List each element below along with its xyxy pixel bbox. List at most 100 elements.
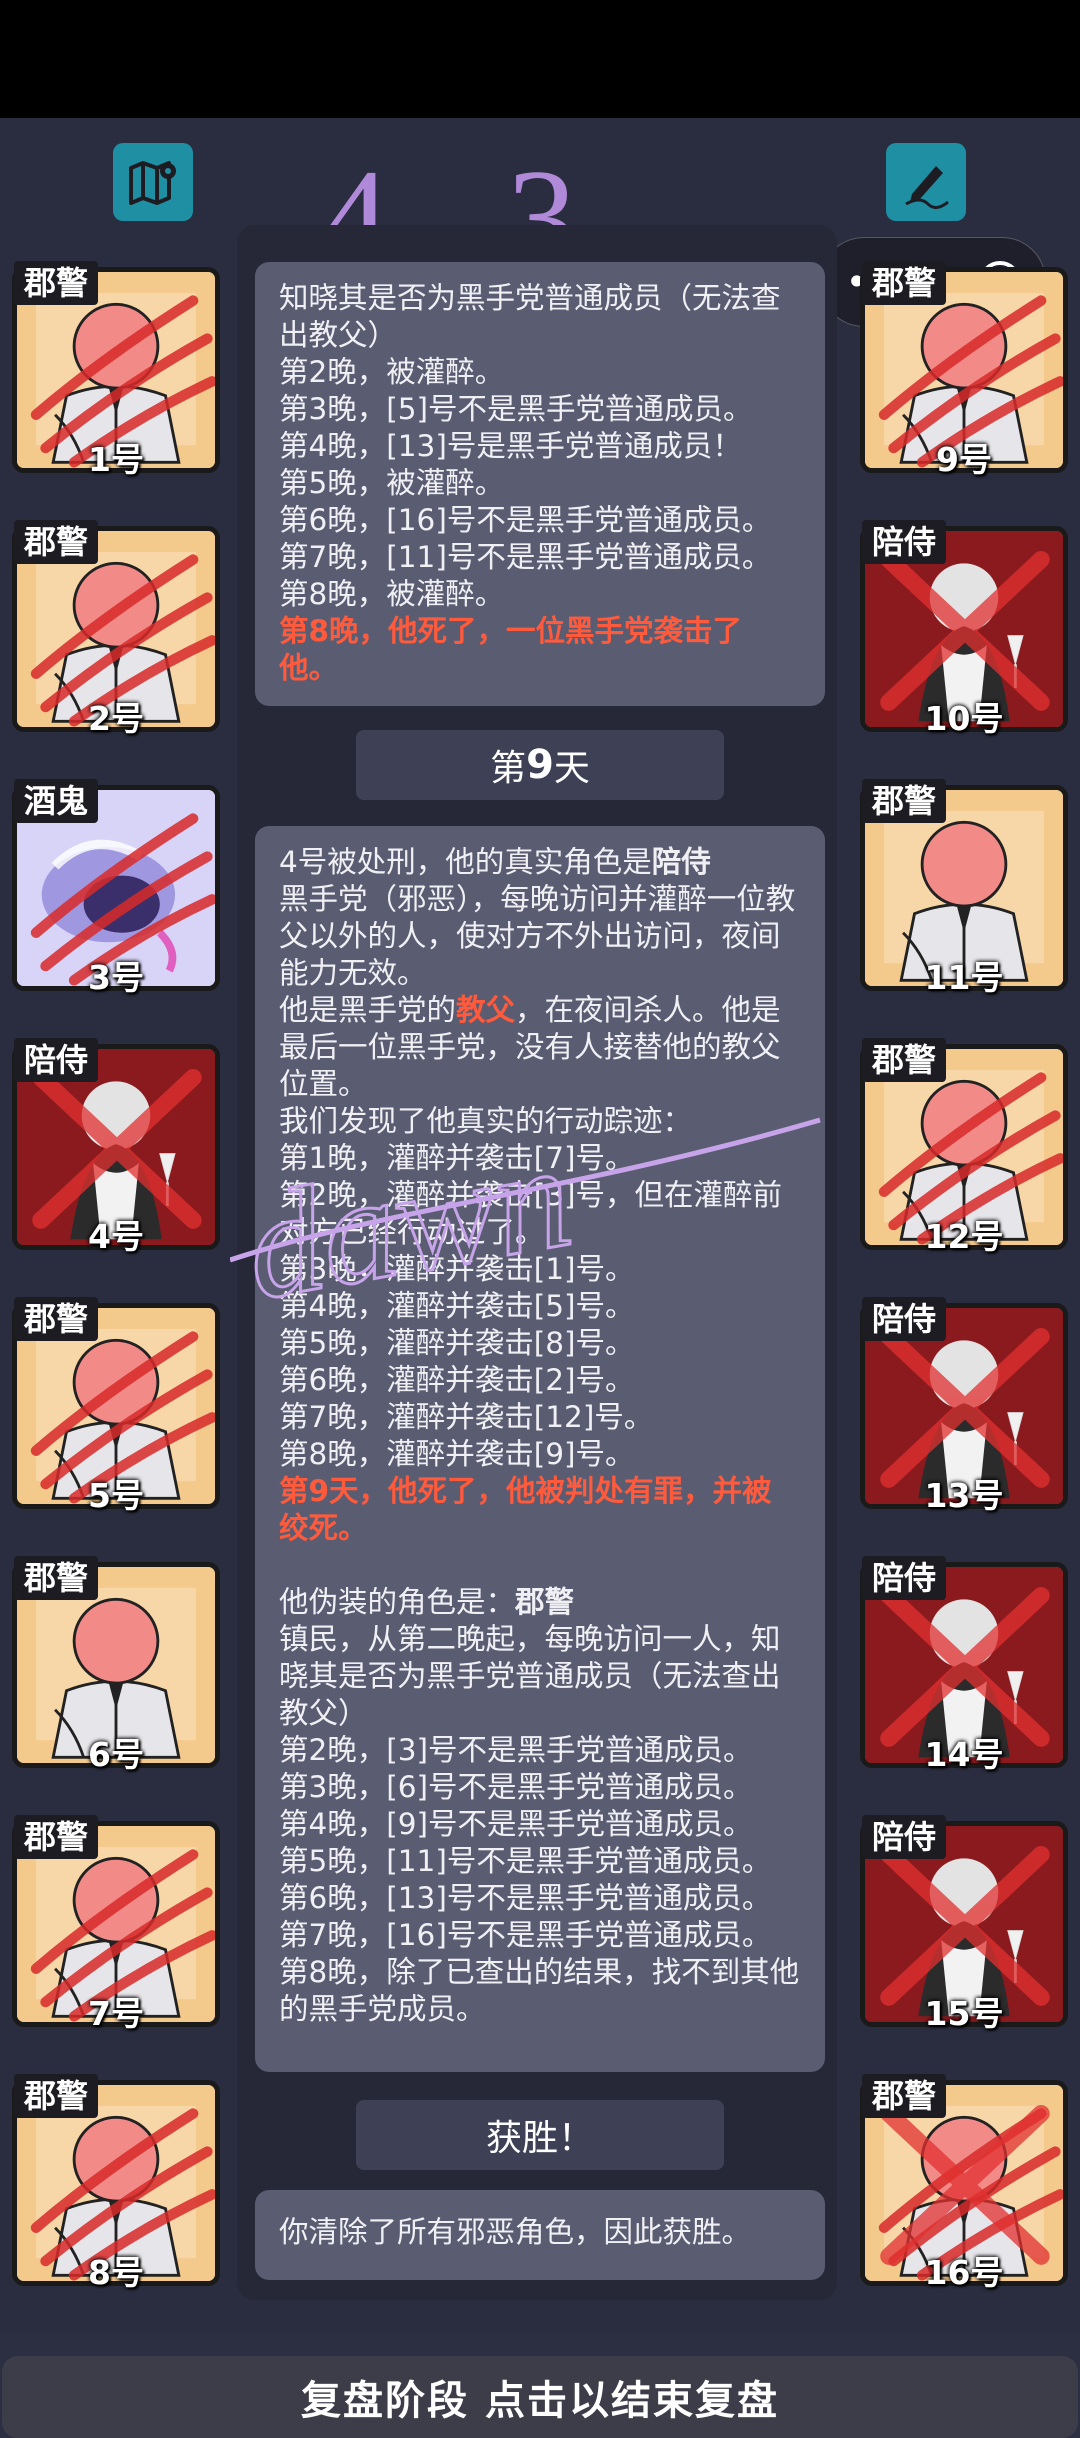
player-card[interactable]: 郡警 6号 — [12, 1556, 220, 1774]
day-prefix: 第 — [490, 748, 527, 789]
player-role-tag: 郡警 — [14, 2074, 99, 2118]
log1.lines-line: 知晓其是否为黑手党普通成员（无法查出教父） — [279, 281, 781, 352]
day-number: 9 — [526, 742, 554, 788]
log-entry-execution: 4号被处刑，他的真实角色是陪侍 黑手党（邪恶），每晚访问并灌醉一位教父以外的人，… — [255, 826, 825, 2072]
player-number: 2号 — [88, 699, 144, 738]
log2.fake_nights-line: 第6晚，[13]号不是黑手党普通成员。 — [279, 1881, 772, 1915]
player-card[interactable]: 郡警 16号 — [860, 2074, 1068, 2292]
player-number: 3号 — [88, 958, 144, 997]
victory-title: 获胜！ — [485, 2118, 594, 2159]
player-role-tag: 郡警 — [862, 2074, 947, 2118]
log1-lines: 知晓其是否为黑手党普通成员（无法查出教父） 第2晚，被灌醉。 第3晚，[5]号不是黑… — [279, 280, 801, 613]
player-number: 16号 — [924, 2253, 1004, 2292]
log1.lines-line: 第6晚，[16]号不是黑手党普通成员。 — [279, 503, 772, 537]
log2.fake_nights-line: 第7晚，[16]号不是黑手党普通成员。 — [279, 1918, 772, 1952]
fake-prefix: 他伪装的角色是： — [279, 1585, 516, 1619]
death-line: 第9天，他死了，他被判处有罪，并被绞死。 — [279, 1474, 772, 1545]
log1.lines-line: 第4晚，[13]号是黑手党普通成员！ — [279, 429, 742, 463]
death-line: 第8晚，他死了，一位黑手党袭击了他。 — [279, 614, 743, 685]
victory-text: 你清除了所有邪恶角色，因此获胜。 — [279, 2215, 752, 2249]
player-number: 8号 — [88, 2253, 144, 2292]
player-role-tag: 郡警 — [14, 261, 99, 305]
player-number: 12号 — [924, 1217, 1004, 1256]
player-number: 14号 — [924, 1735, 1004, 1774]
log1.lines-line: 第8晚，被灌醉。 — [279, 577, 505, 611]
log1.lines-line: 第5晚，被灌醉。 — [279, 466, 505, 500]
track-intro: 我们发现了他真实的行动踪迹： — [279, 1104, 693, 1138]
player-role-tag: 陪侍 — [862, 1556, 947, 1600]
log2.fake_nights-line: 第5晚，[11]号不是黑手党普通成员。 — [279, 1844, 772, 1878]
victory-header: 获胜！ — [356, 2100, 724, 2170]
log2.nights-line: 第2晚，灌醉并袭击[3]号，但在灌醉前对方已经行动过了。 — [279, 1178, 783, 1249]
status-bar — [0, 0, 1080, 118]
player-card[interactable]: 郡警 7号 — [12, 1815, 220, 2033]
player-role-tag: 郡警 — [14, 1297, 99, 1341]
player-card[interactable]: 郡警 5号 — [12, 1297, 220, 1515]
reveal-line: 4号被处刑，他的真实角色是陪侍 — [279, 844, 801, 881]
player-number: 6号 — [88, 1735, 144, 1774]
player-role-tag: 陪侍 — [14, 1038, 99, 1082]
godfather-line: 他是黑手党的教父，在夜间杀人。他是最后一位黑手党，没有人接替他的教父位置。 — [279, 992, 801, 1103]
log2.fake_nights-line: 第2晚，[3]号不是黑手党普通成员。 — [279, 1733, 753, 1767]
godfather-word: 教父 — [456, 993, 516, 1027]
edit-notes-button[interactable] — [886, 143, 966, 221]
player-card[interactable]: 郡警 11号 — [860, 779, 1068, 997]
log1.lines-line: 第2晚，被灌醉。 — [279, 355, 505, 389]
player-role-tag: 郡警 — [862, 1038, 947, 1082]
godfather-prefix: 他是黑手党的 — [279, 993, 457, 1027]
fake-role-description: 镇民，从第二晚起，每晚访问一人，知晓其是否为黑手党普通成员（无法查出教父） — [279, 1622, 781, 1730]
log2.nights-line: 第5晚，灌醉并袭击[8]号。 — [279, 1326, 635, 1360]
log2.fake_nights-line: 第8晚，除了已查出的结果，找不到其他的黑手党成员。 — [279, 1955, 800, 2026]
log2.nights-line: 第3晚，灌醉并袭击[1]号。 — [279, 1252, 635, 1286]
player-card[interactable]: 陪侍 14号 — [860, 1556, 1068, 1774]
player-number: 15号 — [924, 1994, 1004, 2033]
log2.nights-line: 第7晚，灌醉并袭击[12]号。 — [279, 1400, 654, 1434]
player-card[interactable]: 郡警 8号 — [12, 2074, 220, 2292]
day-suffix: 天 — [553, 748, 590, 789]
player-role-tag: 郡警 — [14, 520, 99, 564]
log2.nights-line: 第6晚，灌醉并袭击[2]号。 — [279, 1363, 635, 1397]
log2.fake_nights-line: 第4晚，[9]号不是黑手党普通成员。 — [279, 1807, 753, 1841]
player-role-tag: 陪侍 — [862, 1297, 947, 1341]
log2.nights-line: 第8晚，灌醉并袭击[9]号。 — [279, 1437, 635, 1471]
player-role-tag: 郡警 — [862, 779, 947, 823]
reveal-role: 陪侍 — [651, 845, 711, 879]
player-card[interactable]: 陪侍 4号 — [12, 1038, 220, 1256]
role-description: 黑手党（邪恶），每晚访问并灌醉一位教父以外的人，使对方不外出访问，夜间能力无效。 — [279, 882, 796, 990]
player-role-tag: 陪侍 — [862, 520, 947, 564]
player-card[interactable]: 陪侍 15号 — [860, 1815, 1068, 2033]
victory-message: 你清除了所有邪恶角色，因此获胜。 — [255, 2190, 825, 2280]
day-header: 第9天 — [356, 730, 724, 800]
player-role-tag: 酒鬼 — [14, 779, 99, 823]
player-card[interactable]: 郡警 9号 — [860, 261, 1068, 479]
player-role-tag: 郡警 — [14, 1556, 99, 1600]
map-icon — [129, 161, 176, 205]
player-card[interactable]: 陪侍 10号 — [860, 520, 1068, 738]
player-number: 7号 — [88, 1994, 144, 2033]
player-card[interactable]: 郡警 2号 — [12, 520, 220, 738]
end-replay-label: 复盘阶段 点击以结束复盘 — [301, 2378, 779, 2424]
pencil-icon — [905, 166, 949, 209]
log-entry-police: 知晓其是否为黑手党普通成员（无法查出教父） 第2晚，被灌醉。 第3晚，[5]号不是黑… — [255, 262, 825, 706]
player-role-tag: 郡警 — [862, 261, 947, 305]
player-number: 11号 — [924, 958, 1004, 997]
fake-role-line: 他伪装的角色是：郡警 — [279, 1584, 801, 1621]
player-number: 1号 — [88, 440, 144, 479]
fake-role: 郡警 — [515, 1585, 575, 1619]
player-card[interactable]: 陪侍 13号 — [860, 1297, 1068, 1515]
player-card[interactable]: 郡警 1号 — [12, 261, 220, 479]
player-role-tag: 郡警 — [14, 1815, 99, 1859]
player-card[interactable]: 郡警 12号 — [860, 1038, 1068, 1256]
end-replay-button[interactable]: 复盘阶段 点击以结束复盘 — [2, 2356, 1078, 2438]
fake-night-results: 第2晚，[3]号不是黑手党普通成员。 第3晚，[6]号不是黑手党普通成员。 第4晚，… — [279, 1732, 801, 2028]
player-number: 5号 — [88, 1476, 144, 1515]
log2.nights-line: 第4晚，灌醉并袭击[5]号。 — [279, 1289, 635, 1323]
map-button[interactable] — [113, 143, 193, 221]
player-role-tag: 陪侍 — [862, 1815, 947, 1859]
log1.lines-line: 第3晚，[5]号不是黑手党普通成员。 — [279, 392, 753, 426]
player-number: 10号 — [924, 699, 1004, 738]
night-actions: 第1晚，灌醉并袭击[7]号。 第2晚，灌醉并袭击[3]号，但在灌醉前对方已经行动过… — [279, 1140, 801, 1473]
log2.fake_nights-line: 第3晚，[6]号不是黑手党普通成员。 — [279, 1770, 753, 1804]
player-card[interactable]: 酒鬼 3号 — [12, 779, 220, 997]
log2.nights-line: 第1晚，灌醉并袭击[7]号。 — [279, 1141, 635, 1175]
